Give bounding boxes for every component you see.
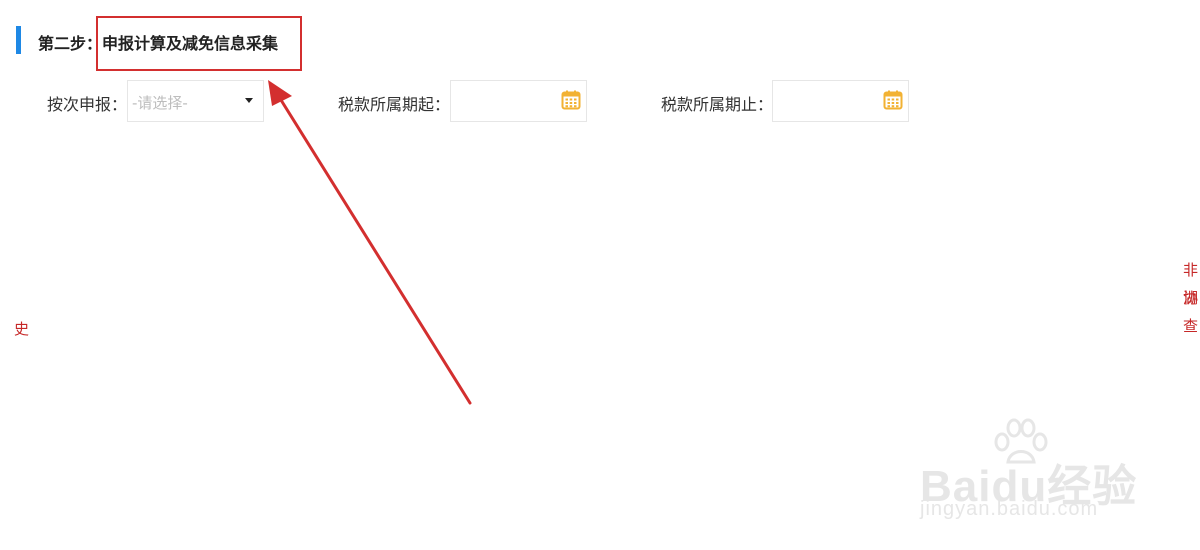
step-accent-bar (16, 26, 21, 54)
tax-period-start-input[interactable] (450, 80, 587, 122)
declare-by-time-label: 按次申报： (47, 95, 128, 114)
arrow-head-icon (268, 80, 292, 106)
side-text-line-2: 协查 (1183, 289, 1199, 335)
chevron-down-icon (245, 98, 253, 103)
declare-by-time-select[interactable]: -请选择- (127, 80, 264, 122)
tax-period-end-input[interactable] (772, 80, 909, 122)
baidu-jingyan-watermark: Baidu经验 jingyan.baidu.com (918, 418, 1138, 528)
step-prefix: 第二步： (38, 34, 103, 53)
watermark-url: jingyan.baidu.com (920, 498, 1099, 520)
tax-period-end-label: 税款所属期止： (661, 95, 774, 114)
left-edge-text: 史 (14, 320, 30, 338)
annotation-highlight-box (96, 16, 302, 71)
tax-period-start-label: 税款所属期起： (338, 95, 451, 114)
calendar-icon[interactable] (561, 90, 581, 110)
select-placeholder: -请选择- (132, 94, 188, 112)
calendar-icon[interactable] (883, 90, 903, 110)
